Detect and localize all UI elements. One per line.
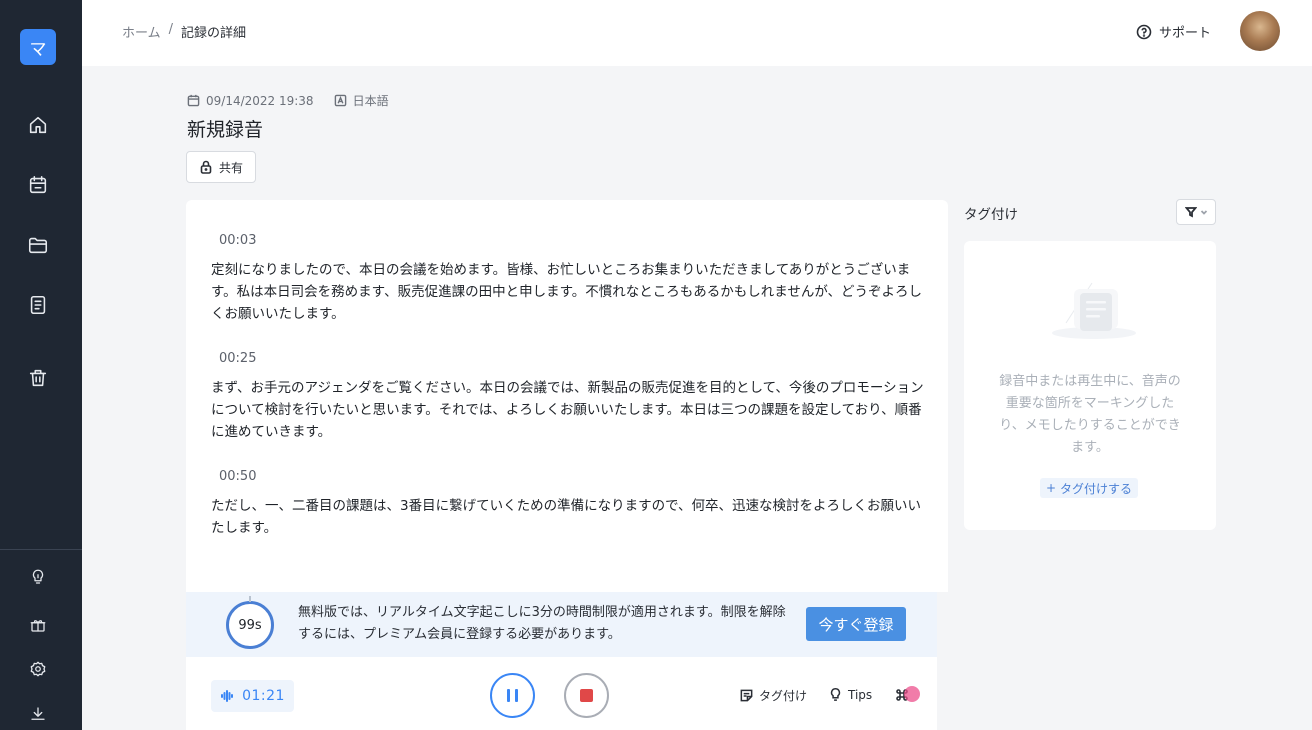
help-circle-icon [1136,24,1152,39]
add-tag-button[interactable]: + タグ付けする [1040,478,1138,498]
language-icon [334,94,346,107]
record-meta: 09/14/2022 19:38 日本語 [187,92,389,109]
lock-icon [200,160,212,174]
download-icon[interactable] [26,702,50,726]
tag-empty-text: 録音中または再生中に、音声の重要な箇所をマーキングしたり、メモしたりすることがで… [999,374,1181,455]
transcript-panel: 00:03 定刻になりましたので、本日の会議を始めます。皆様、お忙しいところお集… [186,200,948,592]
chevron-down-icon [1200,210,1207,215]
stop-icon [580,689,593,702]
tag-panel-title: タグ付け [964,207,1018,223]
tips-label: Tips [848,687,873,702]
transcript-paragraph: ただし、一、二番目の課題は、3番目に繋げていくための準備になりますので、何卒、迅… [211,498,922,536]
page-title: 新規録音 [187,119,264,141]
stop-button[interactable] [564,673,609,718]
home-icon[interactable] [26,113,50,137]
record-datetime: 09/14/2022 19:38 [206,93,314,108]
transcript-paragraph: 定刻になりましたので、本日の会議を始めます。皆様、お忙しいところお集まりいただき… [211,262,923,322]
share-button[interactable]: 共有 [186,151,256,183]
notification-dot [904,686,920,702]
shortcut-button[interactable] [894,685,920,705]
pause-button[interactable] [490,673,535,718]
support-label: サポート [1159,26,1212,41]
transcript-timestamp[interactable]: 00:50 [219,469,256,484]
notice-text: 無料版では、リアルタイム文字起こしに3分の時間制限が適用されます。制限を解除する… [298,605,786,642]
header: ホーム / 記録の詳細 サポート [82,0,1312,66]
breadcrumb-separator: / [168,22,174,37]
trash-icon[interactable] [26,366,50,390]
plus-icon: + [1045,481,1057,495]
tag-button[interactable]: タグ付け [739,687,807,704]
countdown-timer: 99s [226,596,274,649]
add-tag-label: タグ付けする [1060,481,1133,496]
filter-button[interactable] [1176,199,1216,225]
empty-document-illustration [1052,282,1136,339]
register-now-button[interactable]: 今すぐ登録 [806,607,906,641]
settings-icon[interactable] [26,657,50,681]
share-label: 共有 [218,160,243,175]
transcript-timestamp[interactable]: 00:03 [219,233,256,248]
elapsed-time: 01:21 [211,680,294,712]
breadcrumb-home[interactable]: ホーム [122,22,161,41]
folder-icon[interactable] [26,233,50,257]
sidebar: マ [0,0,82,730]
transcript-paragraph: まず、お手元のアジェンダをご覧ください。本日の会議では、新製品の販売促進を目的と… [211,380,924,440]
gift-icon[interactable] [26,613,50,637]
calendar-icon[interactable] [26,173,50,197]
waveform-icon [221,690,234,702]
document-icon[interactable] [26,293,50,317]
tag-button-label: タグ付け [759,689,808,703]
support-link[interactable]: サポート [1136,22,1211,41]
filter-icon [1184,207,1197,218]
breadcrumb: ホーム / 記録の詳細 [122,22,246,41]
tag-note-icon [740,689,753,702]
sidebar-divider [0,549,82,550]
app-logo[interactable]: マ [20,29,56,65]
free-plan-notice: 99s 無料版では、リアルタイム文字起こしに3分の時間制限が適用されます。制限を… [186,592,937,657]
tips-lightbulb-icon [830,687,841,701]
calendar-small-icon [187,94,200,107]
player-bar: 01:21 タグ付け Tips [186,657,937,730]
lightbulb-icon[interactable] [26,565,50,589]
elapsed-time-value: 01:21 [242,688,285,704]
tips-button[interactable]: Tips [828,687,872,702]
transcript-timestamp[interactable]: 00:25 [219,351,256,366]
record-language: 日本語 [352,94,389,108]
avatar[interactable] [1240,11,1280,51]
tag-panel: 録音中または再生中に、音声の重要な箇所をマーキングしたり、メモしたりすることがで… [964,241,1216,530]
breadcrumb-current: 記録の詳細 [181,26,247,41]
